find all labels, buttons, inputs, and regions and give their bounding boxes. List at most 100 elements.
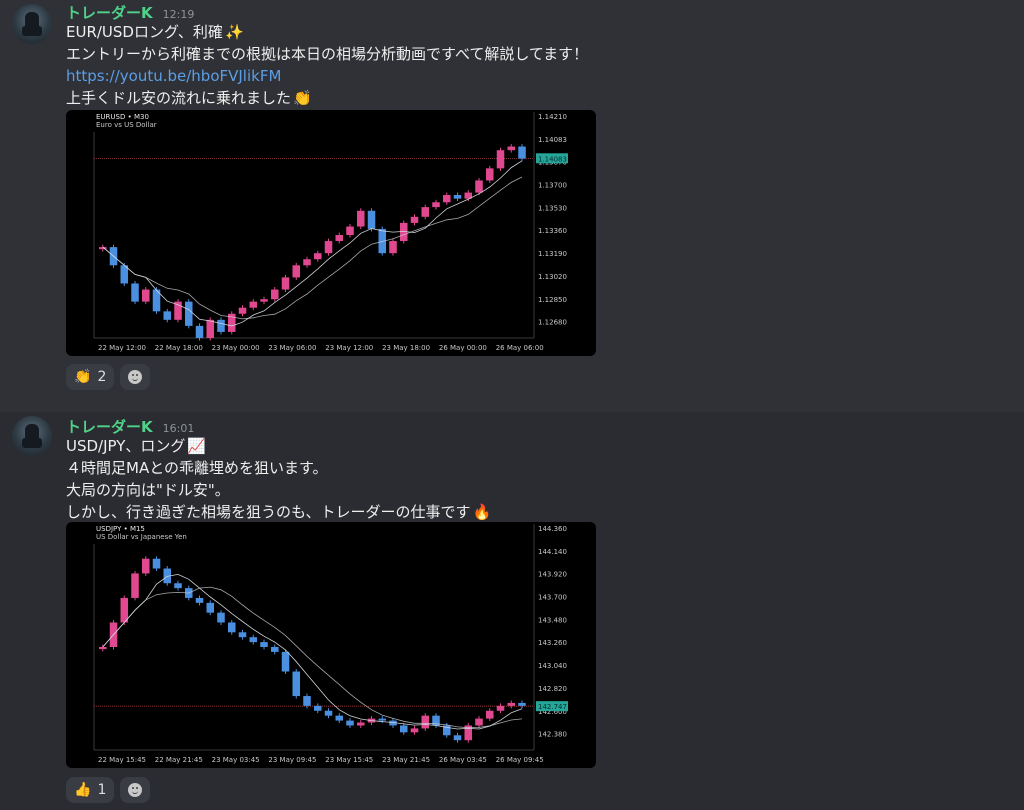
- candle-body: [238, 307, 247, 314]
- y-tick-label: 143.480: [538, 616, 567, 624]
- x-tick-label: 23 May 09:45: [268, 756, 316, 764]
- candle-body: [142, 289, 150, 302]
- candle-body: [303, 259, 311, 266]
- candle-body: [410, 728, 419, 733]
- candle-body: [260, 642, 268, 647]
- y-tick-label: 144.360: [538, 525, 567, 533]
- candle-body: [357, 722, 365, 726]
- candle-body: [174, 301, 182, 320]
- candle-body: [389, 241, 397, 254]
- candle-body: [99, 647, 107, 650]
- candle-body: [260, 299, 268, 302]
- candle-body: [486, 168, 494, 181]
- avatar[interactable]: [12, 416, 52, 456]
- y-tick-label: 143.040: [538, 662, 567, 670]
- candle-body: [163, 311, 172, 320]
- candle-body: [271, 289, 279, 300]
- candle-body: [400, 725, 408, 733]
- message-text: EUR/USDロング、利確: [66, 23, 223, 41]
- y-tick-label: 144.140: [538, 548, 567, 556]
- reaction-count: 1: [97, 782, 107, 798]
- username[interactable]: トレーダーK: [66, 416, 153, 437]
- message-1: トレーダーK 12:19 EUR/USDロング、利確 ✨ エントリーから利確までの…: [0, 0, 1024, 412]
- candle-body: [367, 210, 376, 229]
- x-tick-label: 23 May 03:45: [212, 756, 260, 764]
- x-tick-label: 23 May 15:45: [325, 756, 373, 764]
- clapping-hands-icon: 👏: [74, 369, 92, 385]
- candle-body: [335, 235, 344, 242]
- candle-body: [432, 202, 440, 208]
- message-text: 上手くドル安の流れに乗れました: [66, 89, 292, 107]
- avatar-figure-base: [22, 438, 42, 448]
- y-tick-label: 1.13190: [538, 250, 567, 258]
- y-tick-label: 1.13020: [538, 273, 567, 281]
- current-price-label: 142.747: [538, 703, 567, 711]
- fire-icon: 🔥: [472, 503, 492, 521]
- x-tick-label: 23 May 12:00: [325, 344, 373, 352]
- current-price-label: 1.14083: [538, 155, 567, 163]
- candle-body: [486, 710, 494, 719]
- moving-average-fast: [102, 160, 523, 327]
- chart-image-eurusd[interactable]: EURUSD • M30 Euro vs US Dollar 1.14210 1.14…: [66, 110, 596, 356]
- message-header: トレーダーK 12:19: [66, 2, 194, 22]
- reaction-count: 2: [97, 369, 107, 385]
- candle-body: [518, 146, 526, 159]
- candle-body: [443, 195, 451, 203]
- message-2: トレーダーK 16:01 USD/JPY、ロング 📈 ４時間足MAとの乖離埋めを狙…: [0, 412, 1024, 810]
- reaction-thumbsup[interactable]: 👍 1: [66, 777, 115, 803]
- candle-body: [152, 558, 161, 569]
- avatar[interactable]: [12, 4, 52, 44]
- reaction-bar: 👍 1: [66, 777, 151, 803]
- username[interactable]: トレーダーK: [66, 2, 153, 23]
- message-line: しかし、行き過ぎた相場を狙うのも、トレーダーの仕事です 🔥: [66, 502, 491, 522]
- y-tick-label: 143.700: [538, 594, 567, 602]
- candle-body: [217, 612, 225, 623]
- message-line: 大局の方向は"ドル安"。: [66, 481, 230, 499]
- message-line: 上手くドル安の流れに乗れました 👏: [66, 88, 312, 108]
- chart-subtitle: Euro vs US Dollar: [96, 121, 157, 129]
- candle-body: [496, 150, 505, 169]
- y-tick-label: 1.13530: [538, 204, 567, 212]
- add-reaction-button[interactable]: [120, 364, 151, 390]
- candle-body: [410, 216, 419, 223]
- candle-body: [378, 718, 387, 721]
- candle-body: [324, 710, 333, 716]
- candle-body: [453, 735, 462, 741]
- x-tick-label: 23 May 06:00: [268, 344, 316, 352]
- candle-body: [346, 226, 354, 235]
- reaction-clap[interactable]: 👏 2: [66, 364, 115, 390]
- candle-body: [238, 632, 247, 638]
- add-reaction-button[interactable]: [120, 777, 151, 803]
- candle-body: [314, 253, 322, 260]
- x-tick-label: 23 May 18:00: [382, 344, 430, 352]
- candle-body: [131, 283, 139, 302]
- youtube-link[interactable]: https://youtu.be/hboFVJlikFM: [66, 66, 281, 86]
- candle-body: [292, 671, 301, 697]
- thumbs-up-icon: 👍: [74, 782, 92, 798]
- x-tick-label: 23 May 21:45: [382, 756, 430, 764]
- candle-body: [217, 319, 225, 332]
- clapping-hands-icon: 👏: [293, 89, 312, 107]
- y-tick-label: 143.260: [538, 639, 567, 647]
- candle-body: [185, 301, 193, 326]
- y-tick-label: 1.12680: [538, 319, 567, 327]
- candle-body: [507, 146, 516, 151]
- candle-body: [142, 558, 150, 574]
- candle-body: [453, 195, 462, 199]
- timestamp: 16:01: [162, 422, 195, 435]
- chart-symbol: USDJPY • M15: [96, 525, 145, 533]
- sparkles-icon: ✨: [224, 23, 244, 41]
- y-tick-label: 1.12850: [538, 296, 567, 304]
- candle-body: [249, 637, 258, 643]
- candle-body: [475, 718, 483, 726]
- candle-body: [292, 265, 301, 278]
- y-tick-label: 1.14083: [538, 136, 567, 144]
- candle-body: [475, 180, 483, 193]
- candle-body: [324, 241, 333, 254]
- moving-average-slow: [102, 586, 523, 729]
- smile-icon: [128, 783, 143, 797]
- candle-body: [249, 301, 258, 308]
- chart-image-usdjpy[interactable]: USDJPY • M15 US Dollar vs Japanese Yen 144…: [66, 522, 596, 768]
- smile-icon: [128, 370, 143, 384]
- message-line: USD/JPY、ロング 📈: [66, 436, 206, 456]
